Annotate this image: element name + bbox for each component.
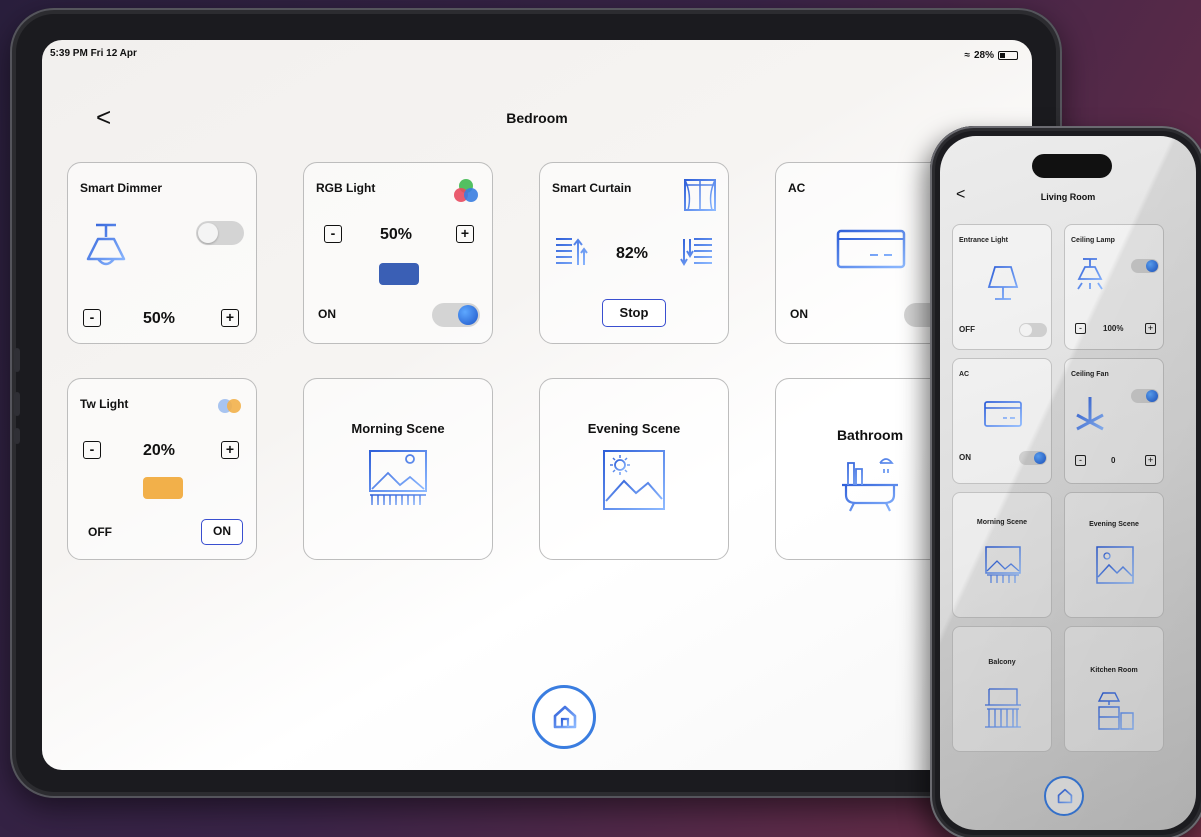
color-swatch[interactable]	[143, 477, 183, 499]
kitchen-room-card[interactable]: Kitchen Room	[1064, 626, 1164, 752]
ceiling-fan-value: 0	[1111, 456, 1116, 465]
scene-title: Evening Scene	[587, 421, 681, 436]
ceiling-lamp-toggle[interactable]	[1131, 259, 1159, 273]
status-time: 5:39 PM Fri 12 Apr	[50, 48, 137, 59]
card-title: AC	[788, 181, 806, 195]
card-title: AC	[959, 371, 970, 378]
tablet-side-button	[14, 348, 20, 372]
decrease-button[interactable]: -	[1075, 455, 1086, 466]
landscape-icon	[1096, 546, 1134, 584]
increase-button[interactable]: +	[221, 309, 239, 327]
phone-screen: < Living Room Entrance Light OFF Ceiling…	[940, 136, 1196, 830]
scene-title: Morning Scene	[351, 421, 445, 436]
phone-evening-scene-card[interactable]: Evening Scene	[1064, 492, 1164, 618]
kitchen-icon	[1097, 692, 1134, 730]
tunable-white-icon	[218, 399, 241, 413]
evening-scene-card[interactable]: Evening Scene	[539, 378, 729, 560]
rgb-value: 50%	[380, 226, 413, 243]
phone-page-title: Living Room	[1040, 192, 1096, 202]
ceiling-fan-icon	[1076, 397, 1104, 431]
morning-scene-card[interactable]: Morning Scene	[303, 378, 493, 560]
card-title: Smart Curtain	[552, 181, 632, 195]
balcony-card[interactable]: Balcony	[952, 626, 1052, 752]
scene-title: Balcony	[988, 659, 1016, 666]
phone-home-button[interactable]	[1044, 776, 1084, 816]
dimmer-value: 50%	[143, 310, 176, 327]
decrease-button[interactable]: -	[324, 225, 342, 243]
bathtub-icon	[842, 458, 898, 512]
ceiling-fan-card: Ceiling Fan - 0 +	[1064, 358, 1164, 484]
tw-light-card: Tw Light - 20% + OFF ON	[67, 378, 257, 560]
curtain-open-icon	[556, 238, 588, 265]
scene-title: Kitchen Room	[1090, 667, 1138, 674]
home-icon	[1057, 788, 1073, 804]
battery-percent: 28%	[973, 49, 994, 61]
state-label: ON	[959, 453, 971, 462]
table-lamp-icon	[987, 266, 1019, 300]
ceiling-light-icon	[1077, 258, 1103, 290]
decrease-button[interactable]: -	[83, 309, 101, 327]
landscape-icon	[603, 450, 665, 510]
balcony-icon	[985, 688, 1021, 728]
scene-title: Evening Scene	[1089, 521, 1139, 528]
phone-ac-card: AC ON	[952, 358, 1052, 484]
entrance-light-toggle[interactable]	[1019, 323, 1047, 337]
window-scene-icon	[369, 450, 427, 505]
status-bar: 5:39 PM Fri 12 Apr ≈ 28%	[50, 48, 1018, 62]
off-button[interactable]: OFF	[88, 525, 112, 539]
rgb-light-card: RGB Light - 50% + ON	[303, 162, 493, 344]
home-icon	[553, 705, 577, 729]
tablet-side-button	[14, 428, 20, 444]
curtain-close-icon	[680, 238, 712, 266]
phone-ac-toggle[interactable]	[1019, 451, 1047, 465]
smart-dimmer-card: Smart Dimmer - 50% +	[67, 162, 257, 344]
card-title: Ceiling Lamp	[1071, 237, 1115, 244]
card-title: Tw Light	[80, 397, 129, 411]
card-title: Entrance Light	[959, 237, 1009, 244]
increase-button[interactable]: +	[1145, 455, 1156, 466]
tablet-screen: 5:39 PM Fri 12 Apr ≈ 28% < Bedroom Smart…	[42, 40, 1032, 770]
state-label: ON	[318, 307, 336, 321]
phone-morning-scene-card[interactable]: Morning Scene	[952, 492, 1052, 618]
wifi-icon: ≈	[964, 49, 970, 61]
ceiling-lamp-value: 100%	[1103, 324, 1124, 333]
smart-dimmer-toggle[interactable]	[196, 221, 244, 245]
increase-button[interactable]: +	[1145, 323, 1156, 334]
decrease-button[interactable]: -	[83, 441, 101, 459]
page-title: Bedroom	[506, 110, 568, 126]
dynamic-island	[1032, 154, 1112, 178]
tablet-side-button	[14, 392, 20, 416]
rgb-color-icon	[454, 179, 478, 202]
status-right: ≈ 28%	[964, 48, 1018, 62]
home-button[interactable]	[532, 685, 596, 749]
curtain-value: 82%	[616, 245, 649, 262]
on-button[interactable]: ON	[201, 519, 243, 545]
phone-device: < Living Room Entrance Light OFF Ceiling…	[930, 126, 1201, 837]
increase-button[interactable]: +	[221, 441, 239, 459]
battery-icon	[998, 50, 1018, 60]
window-scene-icon	[985, 546, 1021, 583]
curtain-icon	[684, 179, 716, 211]
rgb-light-toggle[interactable]	[432, 303, 480, 327]
air-conditioner-icon	[984, 401, 1022, 427]
increase-button[interactable]: +	[456, 225, 474, 243]
card-title: Ceiling Fan	[1071, 371, 1109, 378]
smart-curtain-card: Smart Curtain 82% Stop	[539, 162, 729, 344]
tablet-device: 5:39 PM Fri 12 Apr ≈ 28% < Bedroom Smart…	[10, 8, 1062, 798]
state-label: ON	[790, 307, 808, 321]
curtain-stop-button[interactable]: Stop	[602, 299, 666, 327]
card-title: Smart Dimmer	[80, 181, 163, 195]
color-swatch[interactable]	[379, 263, 419, 285]
air-conditioner-icon	[836, 229, 906, 269]
scene-title: Morning Scene	[976, 519, 1028, 526]
tw-value: 20%	[143, 442, 176, 459]
ceiling-lamp-icon	[86, 223, 126, 266]
decrease-button[interactable]: -	[1075, 323, 1086, 334]
state-label: OFF	[959, 325, 975, 334]
ceiling-lamp-card: Ceiling Lamp - 100% +	[1064, 224, 1164, 350]
entrance-light-card: Entrance Light OFF	[952, 224, 1052, 350]
card-title: RGB Light	[316, 181, 376, 195]
ceiling-fan-toggle[interactable]	[1131, 389, 1159, 403]
